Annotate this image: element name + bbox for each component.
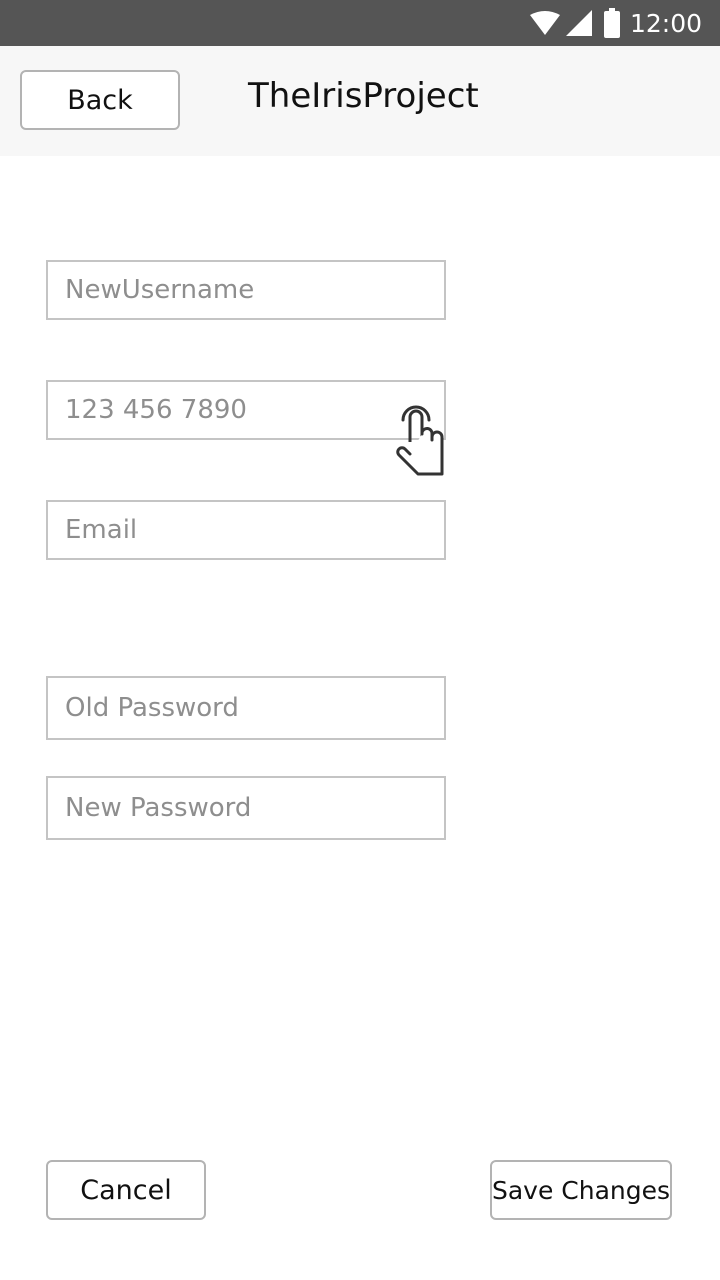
old-password-placeholder: Old Password <box>65 693 239 723</box>
old-password-field[interactable]: Old Password <box>46 676 446 740</box>
app-title: TheIrisProject <box>248 76 479 116</box>
phone-placeholder: 123 456 7890 <box>65 395 247 425</box>
new-password-placeholder: New Password <box>65 793 252 823</box>
signal-icon <box>565 10 592 36</box>
email-field[interactable]: Email <box>46 500 446 560</box>
app-bar: Back TheIrisProject <box>0 46 720 156</box>
save-changes-button[interactable]: Save Changes <box>490 1160 672 1220</box>
battery-icon <box>603 8 620 38</box>
back-button[interactable]: Back <box>20 70 180 130</box>
username-field[interactable]: NewUsername <box>46 260 446 320</box>
wifi-icon <box>529 11 560 35</box>
username-placeholder: NewUsername <box>65 275 255 305</box>
tap-gesture-icon <box>392 404 448 478</box>
status-icons: 12:00 <box>529 0 702 46</box>
phone-field[interactable]: 123 456 7890 <box>46 380 446 440</box>
status-time: 12:00 <box>629 8 702 38</box>
new-password-field[interactable]: New Password <box>46 776 446 840</box>
cancel-button[interactable]: Cancel <box>46 1160 206 1220</box>
status-bar: 12:00 <box>0 0 720 46</box>
email-placeholder: Email <box>65 515 138 545</box>
